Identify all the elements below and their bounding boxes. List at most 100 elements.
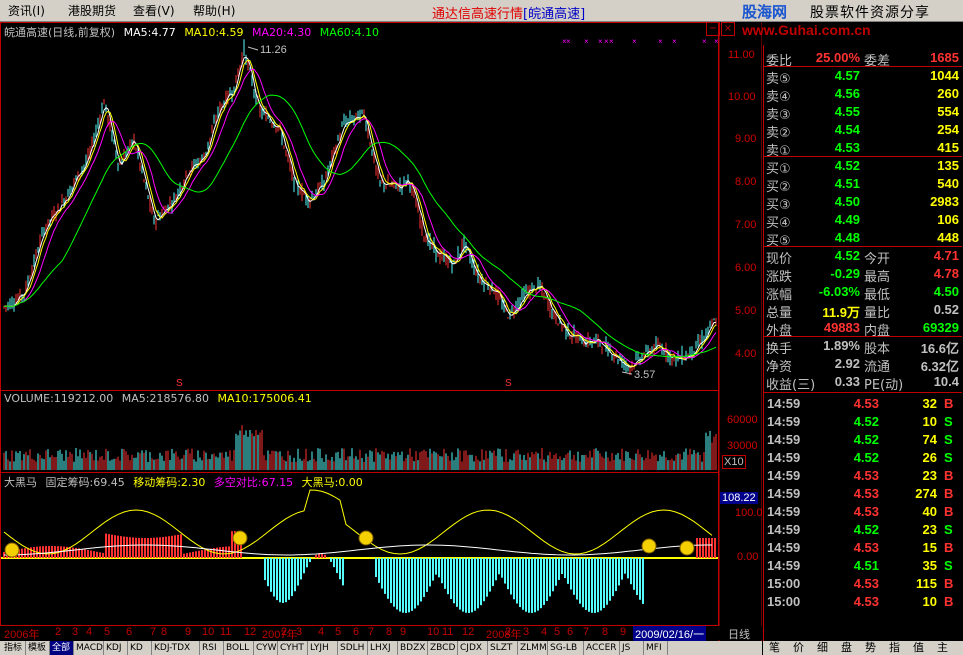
- indicator-tab[interactable]: ZBCD: [428, 641, 458, 655]
- indicator-tab[interactable]: ACCER: [584, 641, 620, 655]
- menu-view[interactable]: 查看(V): [133, 2, 175, 19]
- moving-chips-label: 移动筹码:2.30: [133, 476, 206, 489]
- side-tab[interactable]: 细: [817, 641, 828, 655]
- tick-price: 4.52: [853, 432, 879, 447]
- indicator-tab[interactable]: RSI: [200, 641, 224, 655]
- indicator-tab[interactable]: KD: [128, 641, 152, 655]
- tick-volume: 115: [916, 576, 937, 591]
- volume-pane-title: VOLUME:119212.00 MA5:218576.80 MA10:1750…: [4, 392, 317, 405]
- indicator-tab[interactable]: CYW: [254, 641, 278, 655]
- menu-hk-futures[interactable]: 港股期货: [68, 2, 116, 19]
- ask-volume: 260: [937, 86, 959, 101]
- indicator-tab[interactable]: BOLL: [224, 641, 254, 655]
- indicator-tab[interactable]: BDZX: [398, 641, 428, 655]
- indicator-tab[interactable]: CYHT: [278, 641, 308, 655]
- field-value: 1685: [930, 50, 959, 65]
- tick-volume: 23: [922, 468, 937, 483]
- ask-row: 卖③ 4.55 554: [764, 103, 962, 123]
- signal-marker: ×: [672, 37, 677, 46]
- indicator-tab[interactable]: LHXJ: [368, 641, 398, 655]
- high-arrow: [247, 46, 259, 51]
- menu-help[interactable]: 帮助(H): [193, 2, 235, 19]
- indicator-tab[interactable]: MACD: [74, 641, 104, 655]
- date-tick: 4: [541, 626, 548, 638]
- y-label: 8.00: [735, 176, 757, 188]
- app-title-text: 通达信高速行情: [432, 7, 524, 22]
- tick-volume: 26: [922, 450, 937, 465]
- field-value: -6.03%: [818, 284, 860, 299]
- menu-bar: 资讯(I) 港股期货 查看(V) 帮助(H) 通达信高速行情[皖通高速] 股海网…: [0, 0, 963, 22]
- tick-time: 14:59: [767, 504, 801, 519]
- date-axis: 2006年 2 3 4 5 6 7 8 9 10 11 12 2007年 2 3 4 5 6 7 8 9 10 11 12 20…: [0, 626, 762, 642]
- indicator-tab[interactable]: SLZT: [488, 641, 518, 655]
- field-label: PE(动): [864, 378, 904, 393]
- period-label[interactable]: 日线: [728, 626, 750, 642]
- tick-price: 4.53: [853, 594, 879, 609]
- tick-price: 4.52: [853, 522, 879, 537]
- ind-y-label: 100.0: [735, 507, 763, 519]
- trade-tick-row: 14:59 4.52 26 S: [764, 449, 962, 467]
- tick-time: 14:59: [767, 432, 801, 447]
- indicator-tab[interactable]: 指标: [2, 641, 26, 655]
- signal-marker: ×: [609, 37, 614, 46]
- indicator-tab[interactable]: LYJH: [308, 641, 338, 655]
- side-tab[interactable]: 指: [889, 641, 900, 655]
- tick-side: B: [944, 594, 954, 609]
- main-pane-frame: [0, 22, 719, 391]
- tick-side: S: [944, 558, 953, 573]
- side-tab[interactable]: 值: [913, 641, 924, 655]
- tick-time: 14:59: [767, 558, 801, 573]
- indicator-tab[interactable]: JS: [620, 641, 644, 655]
- trade-tick-row: 15:00 4.53 115 B: [764, 575, 962, 593]
- signal-marker: ×: [598, 37, 603, 46]
- ask-row: 卖① 4.53 415: [764, 139, 962, 159]
- kline-chart[interactable]: × × × × × × × × × × ×S S: [0, 22, 762, 642]
- moving-chips-line: [3, 489, 713, 555]
- indicator-pane-title: 大黑马 固定筹码:69.45 移动筹码:2.30 多空对比:67.15 大黑马:…: [4, 474, 368, 490]
- menu-info[interactable]: 资讯(I): [8, 2, 45, 19]
- tick-price: 4.53: [853, 468, 879, 483]
- trade-tick-row: 14:59 4.53 32 B: [764, 395, 962, 413]
- indicator-tab[interactable]: KDJ-TDX: [152, 641, 200, 655]
- date-tick: 5: [554, 626, 561, 638]
- tick-price: 4.53: [853, 396, 879, 411]
- tick-side: S: [944, 432, 953, 447]
- high-price-marker: 11.26: [260, 44, 287, 56]
- indicator-tab[interactable]: 模板: [26, 641, 50, 655]
- date-tick: 4: [86, 626, 93, 638]
- tick-side: B: [944, 396, 954, 411]
- app-title-stock: [皖通高速]: [523, 7, 586, 22]
- tick-price: 4.53: [853, 576, 879, 591]
- sell-signal: S: [505, 378, 512, 389]
- field-value: 4.53: [834, 140, 860, 155]
- chart-area[interactable]: × × × × × × × × × × × S S 皖通高速(日线,前复权) MA5:4.77 MA10…: [0, 22, 763, 642]
- tick-volume: 40: [922, 504, 937, 519]
- bid-volume: 2983: [930, 194, 959, 209]
- indicator-tab[interactable]: SG-LB: [548, 641, 584, 655]
- indicator-tab[interactable]: SDLH: [338, 641, 368, 655]
- tick-price: 4.52: [853, 414, 879, 429]
- indicator-tab[interactable]: 全部: [50, 641, 74, 655]
- field-value: 25.00%: [815, 50, 860, 65]
- indicator-tab[interactable]: MFI: [644, 641, 668, 655]
- stat-row: 涨跌 -0.29 最高 4.78: [764, 265, 962, 285]
- stat-row: 现价 4.52 今开 4.71: [764, 247, 962, 267]
- date-tick: 9: [620, 626, 627, 638]
- black-horse-label: 大黑马:0.00: [301, 476, 363, 489]
- side-tab[interactable]: 势: [865, 641, 876, 655]
- indicator-tab[interactable]: KDJ: [104, 641, 128, 655]
- indicator-tab[interactable]: ZLMM: [518, 641, 548, 655]
- tick-time: 14:59: [767, 486, 801, 501]
- y-label: 5.00: [735, 305, 757, 317]
- fundamental-row: 换手 1.89% 股本 16.6亿: [764, 337, 962, 357]
- field-value: 4.50: [834, 194, 860, 209]
- side-tab[interactable]: 价: [793, 641, 804, 655]
- side-tab[interactable]: 主: [937, 641, 948, 655]
- side-tab[interactable]: 盘: [841, 641, 852, 655]
- ask-volume: 554: [937, 104, 959, 119]
- side-tab[interactable]: 笔: [769, 641, 780, 655]
- indicator-tab[interactable]: CJDX: [458, 641, 488, 655]
- tick-side: B: [944, 576, 954, 591]
- field-value: 4.52: [834, 248, 860, 263]
- bid-volume: 106: [937, 212, 959, 227]
